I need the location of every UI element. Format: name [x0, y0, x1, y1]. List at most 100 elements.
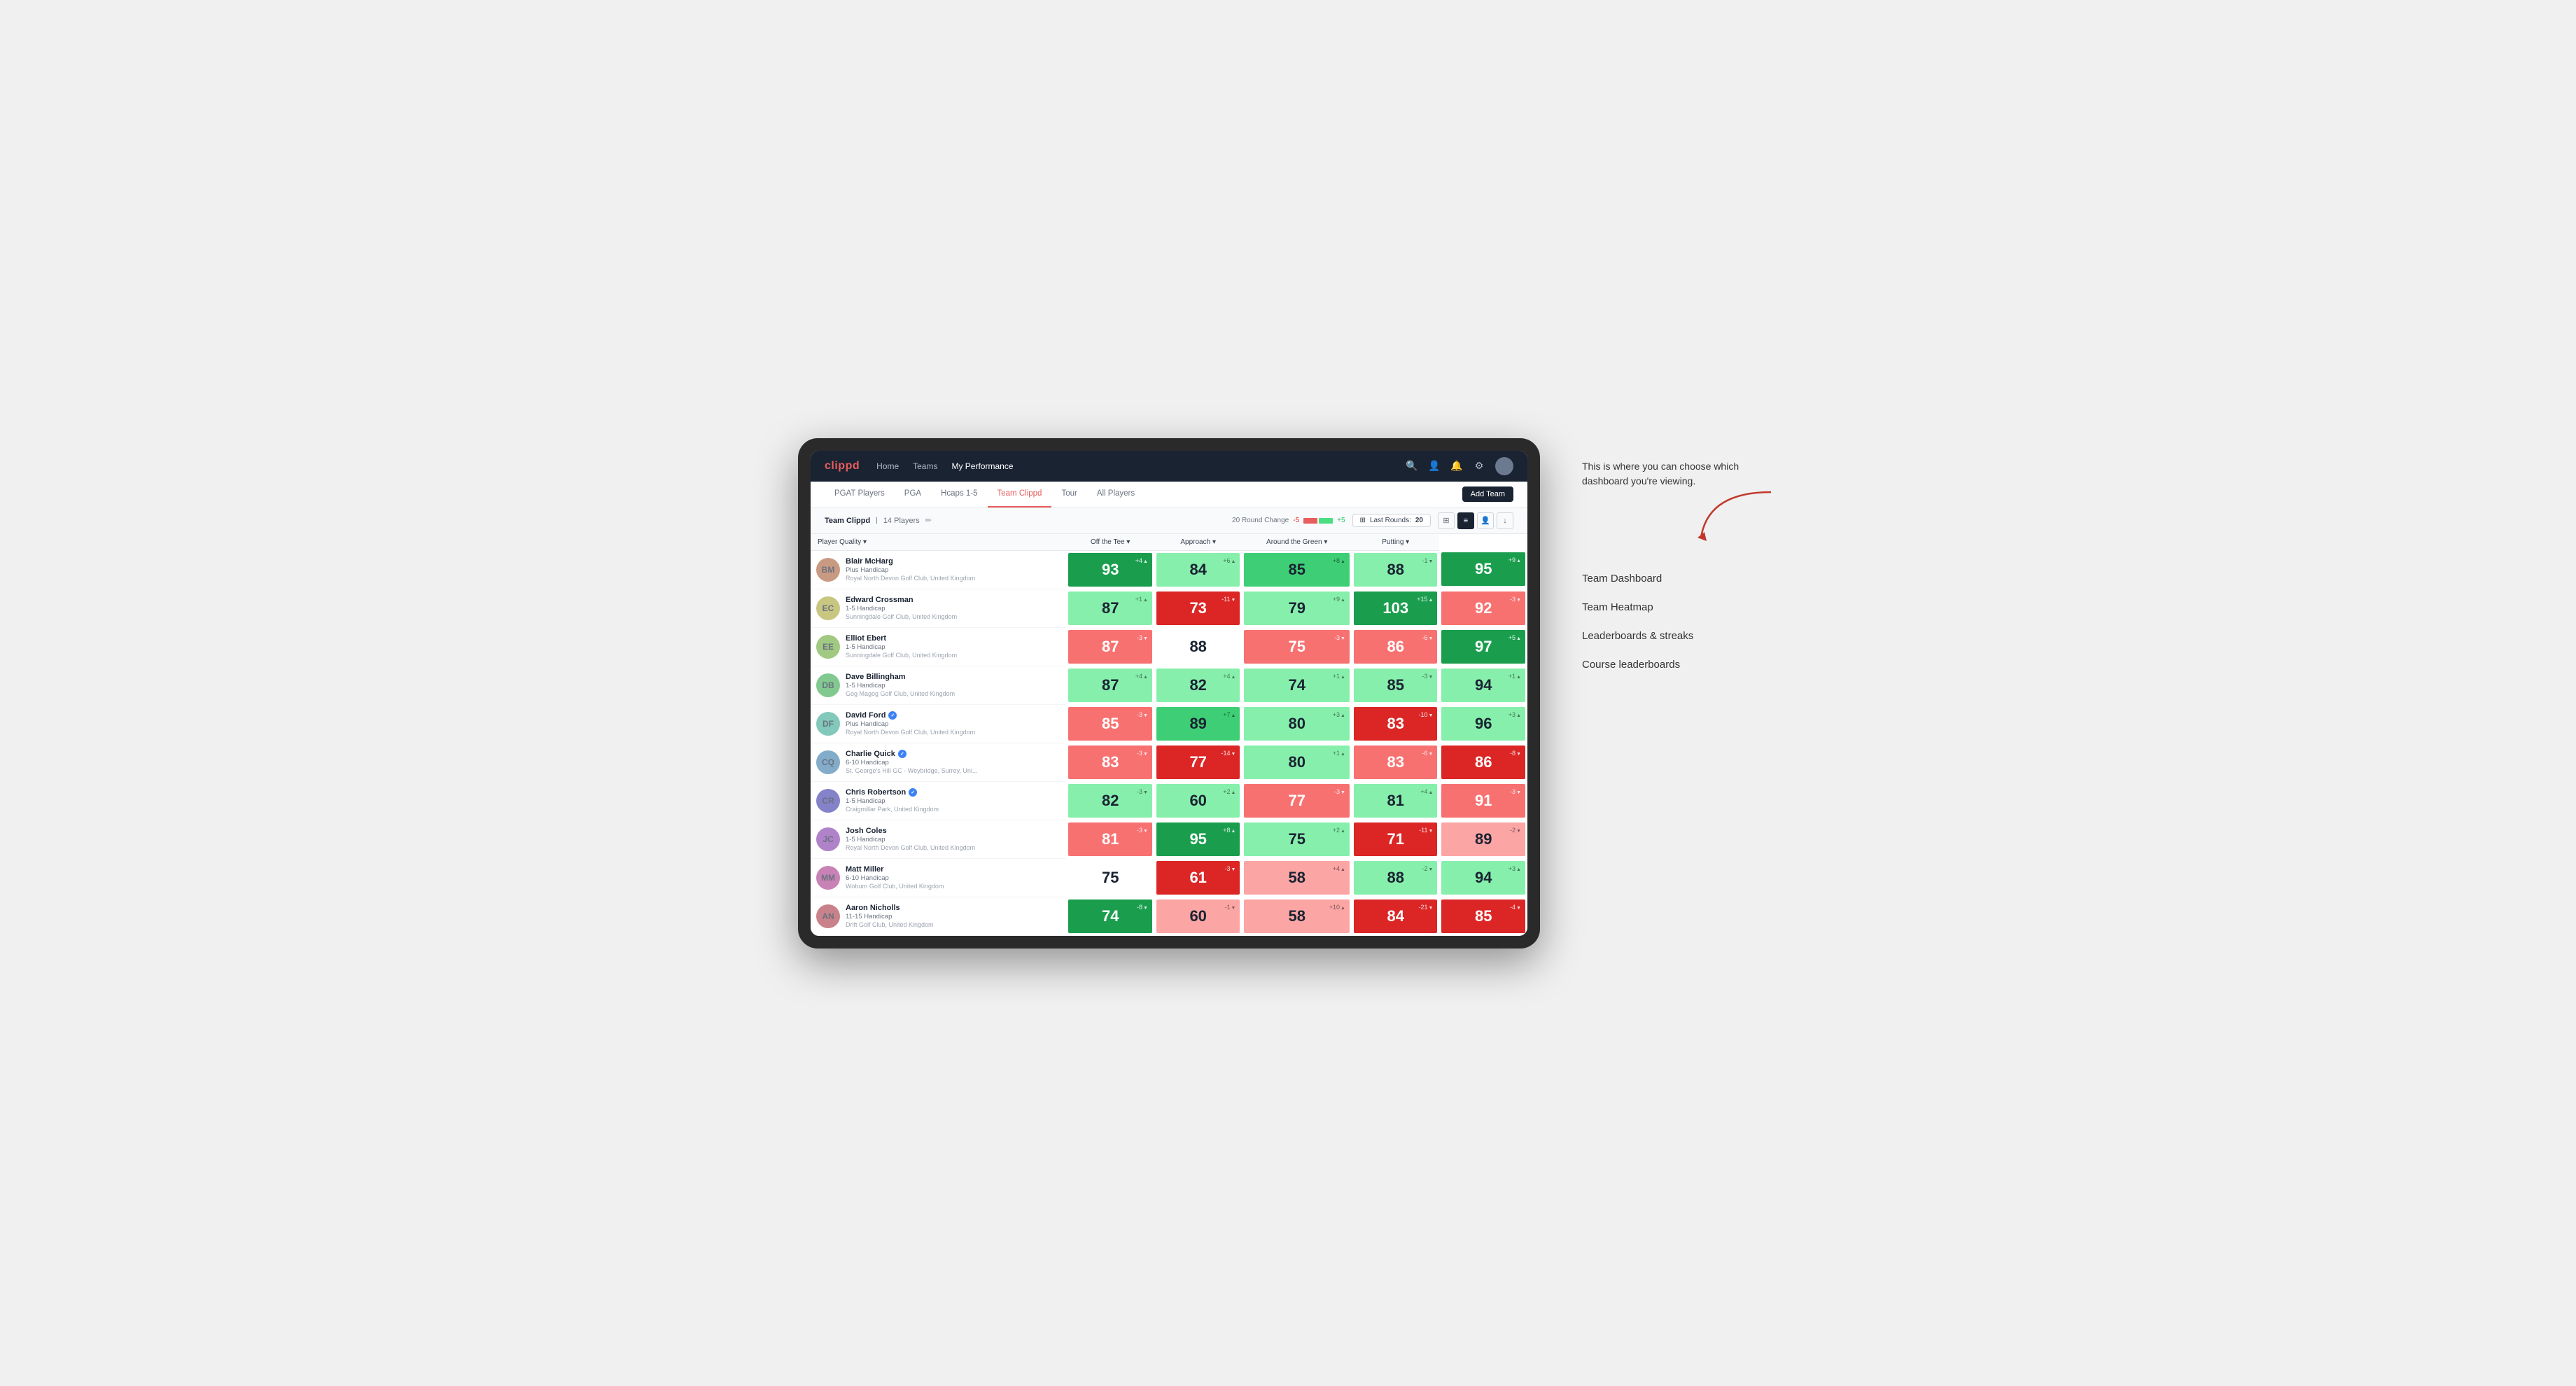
score-box: 85 -4 [1441, 899, 1525, 933]
player-handicap: 6-10 Handicap [846, 874, 944, 882]
tab-team-clippd[interactable]: Team Clippd [988, 481, 1052, 507]
arrow-up-icon [1340, 750, 1345, 757]
score-box: 80 +1 [1244, 746, 1350, 779]
player-cell-9[interactable]: AN Aaron Nicholls 11-15 Handicap Drift G… [811, 897, 1066, 935]
arrow-down-icon [1429, 865, 1434, 872]
player-name: Chris Robertson ✓ [846, 788, 939, 797]
edit-icon[interactable]: ✏ [925, 516, 932, 525]
score-change: -8 [1510, 750, 1521, 757]
player-cell-4[interactable]: DF David Ford ✓ Plus Handicap Royal Nort… [811, 704, 1066, 743]
player-handicap: Plus Handicap [846, 566, 975, 574]
search-icon[interactable]: 🔍 [1406, 460, 1418, 472]
arrow-up-icon [1340, 711, 1345, 718]
player-cell-8[interactable]: MM Matt Miller 6-10 Handicap Woburn Golf… [811, 858, 1066, 897]
player-cell-1[interactable]: EC Edward Crossman 1-5 Handicap Sunningd… [811, 589, 1066, 627]
score-box: 58 +4 [1244, 861, 1350, 895]
tab-all-players[interactable]: All Players [1087, 481, 1144, 507]
score-box: 95 +9 [1441, 552, 1525, 586]
player-club: Craigmillar Park, United Kingdom [846, 806, 939, 813]
score-box: 81 -3 [1068, 822, 1152, 856]
score-value: 85 [1387, 676, 1404, 694]
col-header-player: Player Quality ▾ [811, 534, 1066, 551]
last-rounds-button[interactable]: ⊞ Last Rounds: 20 [1352, 514, 1431, 527]
player-cell-3[interactable]: DB Dave Billingham 1-5 Handicap Gog Mago… [811, 666, 1066, 704]
col-header-putting[interactable]: Putting ▾ [1352, 534, 1439, 551]
tab-pga[interactable]: PGA [895, 481, 931, 507]
player-name: Elliot Ebert [846, 634, 957, 643]
player-handicap: 6-10 Handicap [846, 759, 977, 766]
score-box: 75 +2 [1244, 822, 1350, 856]
person-view-button[interactable]: 👤 [1477, 512, 1494, 529]
add-team-button[interactable]: Add Team [1462, 486, 1513, 502]
score-cell-2-1: 88 [1154, 627, 1242, 666]
player-details: Blair McHarg Plus Handicap Royal North D… [846, 557, 975, 582]
score-value: 87 [1102, 599, 1119, 617]
arrow-down-icon [1516, 788, 1521, 795]
score-change: +8 [1333, 557, 1345, 564]
grid-view-button[interactable]: ⊞ [1438, 512, 1455, 529]
score-value: 83 [1387, 715, 1404, 733]
download-view-button[interactable]: ↓ [1497, 512, 1513, 529]
score-cell-4-4: 96 +3 [1439, 704, 1527, 743]
score-change: -10 [1419, 711, 1434, 718]
arrow-down-icon [1143, 827, 1148, 834]
tab-hcaps[interactable]: Hcaps 1-5 [931, 481, 987, 507]
nav-link-teams[interactable]: Teams [913, 458, 937, 474]
col-header-tee[interactable]: Off the Tee ▾ [1066, 534, 1154, 551]
arrow-up-icon [1143, 596, 1148, 603]
score-box: 89 -2 [1441, 822, 1525, 856]
score-cell-0-0: 93 +4 [1066, 550, 1154, 589]
col-header-approach[interactable]: Approach ▾ [1154, 534, 1242, 551]
arrow-up-icon [1231, 673, 1236, 680]
score-value: 94 [1475, 676, 1492, 694]
settings-icon[interactable]: ⚙ [1473, 460, 1485, 472]
score-change: +5 [1508, 634, 1521, 641]
score-change: -21 [1419, 904, 1434, 911]
tab-tour[interactable]: Tour [1051, 481, 1086, 507]
score-value: 88 [1387, 561, 1404, 579]
score-value: 80 [1288, 753, 1305, 771]
player-cell-2[interactable]: EE Elliot Ebert 1-5 Handicap Sunningdale… [811, 627, 1066, 666]
table-row: AN Aaron Nicholls 11-15 Handicap Drift G… [811, 897, 1527, 935]
score-box: 103 +15 [1354, 592, 1437, 625]
score-value: 82 [1189, 676, 1206, 694]
score-cell-5-0: 83 -3 [1066, 743, 1154, 781]
bell-icon[interactable]: 🔔 [1450, 460, 1463, 472]
score-value: 82 [1102, 792, 1119, 810]
score-value: 85 [1102, 715, 1119, 733]
score-value: 92 [1475, 599, 1492, 617]
arrow-down-icon [1231, 865, 1236, 872]
score-value: 87 [1102, 638, 1119, 656]
score-box: 73 -11 [1156, 592, 1240, 625]
player-cell-6[interactable]: CR Chris Robertson ✓ 1-5 Handicap Craigm… [811, 781, 1066, 820]
player-cell-7[interactable]: JC Josh Coles 1-5 Handicap Royal North D… [811, 820, 1066, 858]
arrow-up-icon [1143, 673, 1148, 680]
avatar[interactable] [1495, 457, 1513, 475]
player-info: EE Elliot Ebert 1-5 Handicap Sunningdale… [816, 634, 1058, 659]
arrow-down-icon [1340, 634, 1345, 641]
player-cell-0[interactable]: BM Blair McHarg Plus Handicap Royal Nort… [811, 550, 1066, 589]
player-handicap: 1-5 Handicap [846, 836, 975, 844]
table-area: Player Quality ▾ Off the Tee ▾ Approach … [811, 534, 1527, 936]
player-cell-5[interactable]: CQ Charlie Quick ✓ 6-10 Handicap St. Geo… [811, 743, 1066, 781]
nav-link-home[interactable]: Home [876, 458, 899, 474]
arrow-up-icon [1340, 865, 1345, 872]
score-value: 75 [1102, 869, 1119, 887]
arrow-down-icon [1516, 827, 1521, 834]
arrow-down-icon [1429, 634, 1434, 641]
tab-pgat-players[interactable]: PGAT Players [825, 481, 895, 507]
score-value: 60 [1189, 907, 1206, 925]
user-icon[interactable]: 👤 [1428, 460, 1441, 472]
score-value: 75 [1288, 830, 1305, 848]
list-view-button[interactable]: ≡ [1457, 512, 1474, 529]
arrow-up-icon [1429, 596, 1434, 603]
col-header-around-green[interactable]: Around the Green ▾ [1242, 534, 1352, 551]
score-change: -3 [1422, 673, 1434, 680]
score-value: 60 [1189, 792, 1206, 810]
score-cell-9-0: 74 -8 [1066, 897, 1154, 935]
score-value: 73 [1189, 599, 1206, 617]
score-value: 95 [1189, 830, 1206, 848]
score-box: 81 +4 [1354, 784, 1437, 818]
score-value: 81 [1102, 830, 1119, 848]
nav-link-myperformance[interactable]: My Performance [951, 458, 1013, 474]
